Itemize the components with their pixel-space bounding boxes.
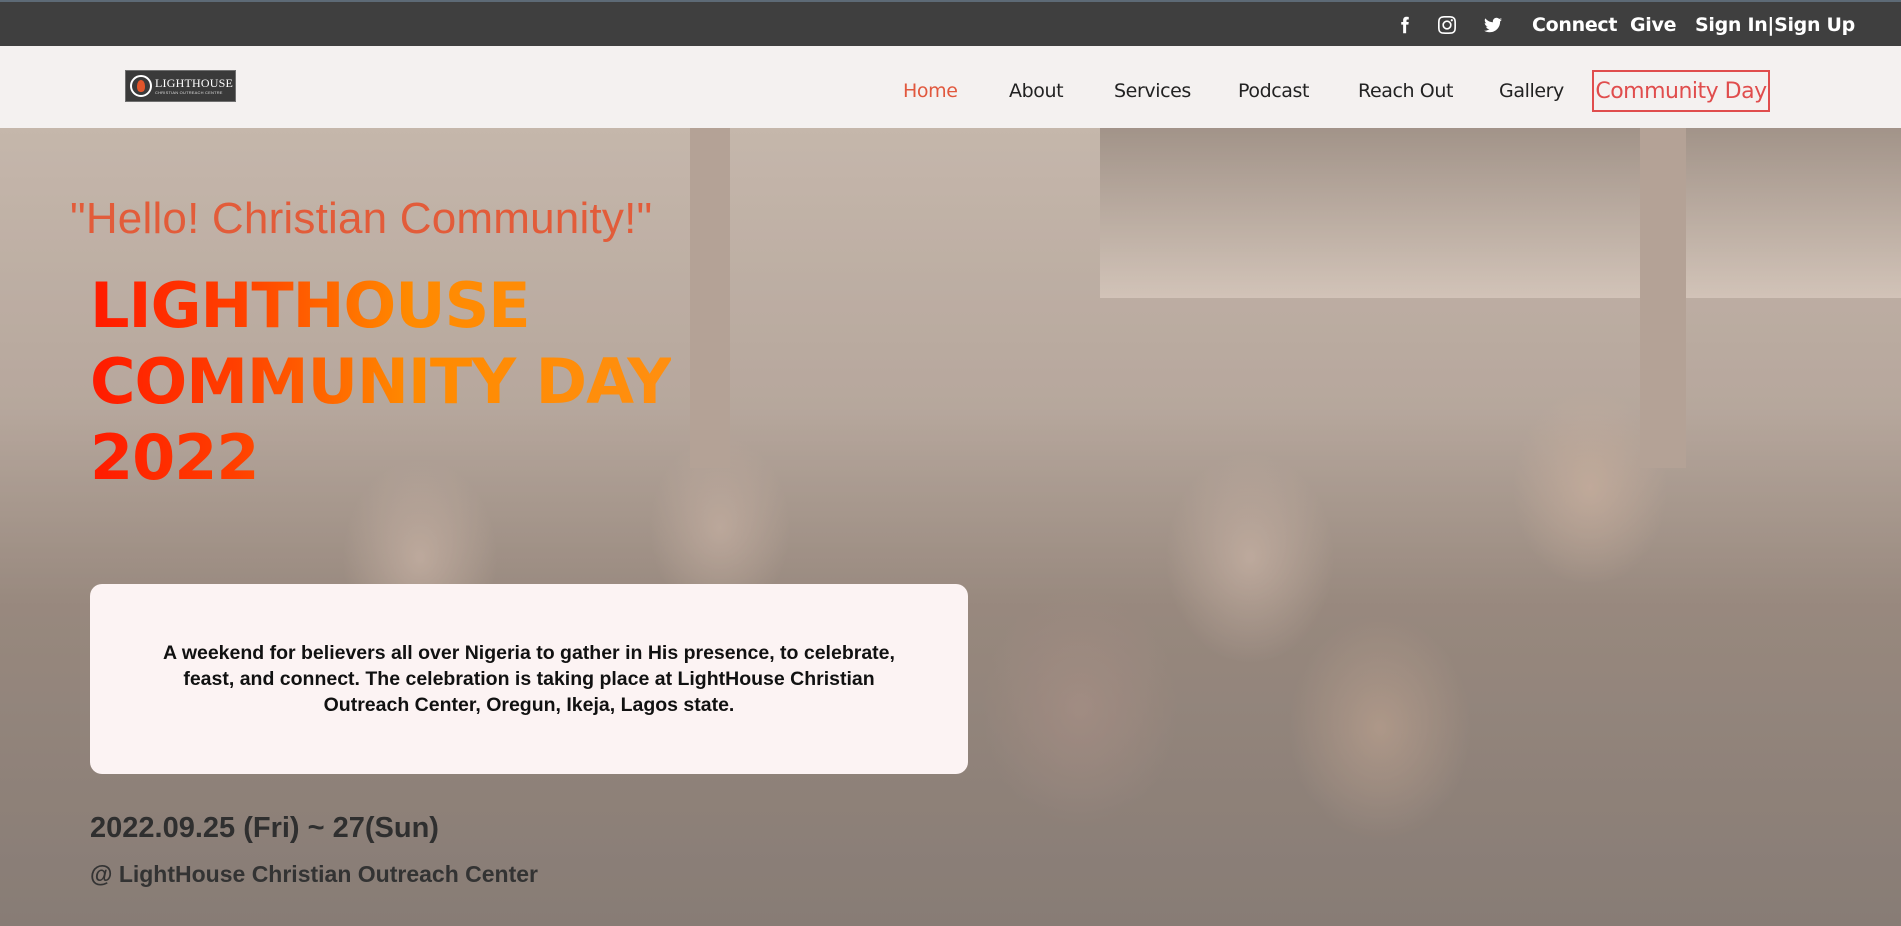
main-navbar: LIGHTHOUSE CHRISTIAN OUTREACH CENTRE Hom…	[0, 46, 1901, 128]
event-venue: @ LightHouse Christian Outreach Center	[90, 861, 538, 887]
hero-section: "Hello! Christian Community!" LIGHTHOUSE…	[0, 128, 1901, 926]
logo-sub-text: CHRISTIAN OUTREACH CENTRE	[155, 90, 223, 95]
connect-link[interactable]: Connect	[1532, 14, 1617, 36]
nav-reach-out[interactable]: Reach Out	[1358, 80, 1453, 102]
nav-home[interactable]: Home	[903, 80, 958, 102]
flame-icon	[130, 75, 152, 97]
top-utility-bar: Connect Give Sign In|Sign Up	[0, 0, 1901, 46]
hero-title-line2: COMMUNITY DAY	[90, 345, 672, 418]
hero-title-line3: 2022	[90, 421, 259, 494]
nav-gallery[interactable]: Gallery	[1499, 80, 1564, 102]
facebook-icon[interactable]	[1393, 14, 1417, 36]
event-description-card: A weekend for believers all over Nigeria…	[90, 584, 968, 774]
nav-services[interactable]: Services	[1114, 80, 1191, 102]
give-link[interactable]: Give	[1630, 14, 1676, 36]
signin-signup-link[interactable]: Sign In|Sign Up	[1695, 14, 1855, 36]
logo-text: LIGHTHOUSE CHRISTIAN OUTREACH CENTRE	[155, 77, 233, 95]
hero-title-line1: LIGHTHOUSE	[90, 269, 530, 342]
hero-greeting: "Hello! Christian Community!"	[70, 194, 653, 243]
event-description: A weekend for believers all over Nigeria…	[163, 642, 895, 716]
nav-podcast[interactable]: Podcast	[1238, 80, 1310, 102]
event-dates: 2022.09.25 (Fri) ~ 27(Sun)	[90, 812, 439, 844]
twitter-icon[interactable]	[1481, 14, 1505, 36]
nav-community-day-button[interactable]: Community Day	[1592, 70, 1770, 112]
hero-title: LIGHTHOUSE COMMUNITY DAY 2022	[90, 268, 671, 496]
nav-about[interactable]: About	[1009, 80, 1064, 102]
instagram-icon[interactable]	[1435, 14, 1459, 36]
lighthouse-logo[interactable]: LIGHTHOUSE CHRISTIAN OUTREACH CENTRE	[125, 70, 236, 102]
logo-main-text: LIGHTHOUSE	[155, 76, 233, 90]
